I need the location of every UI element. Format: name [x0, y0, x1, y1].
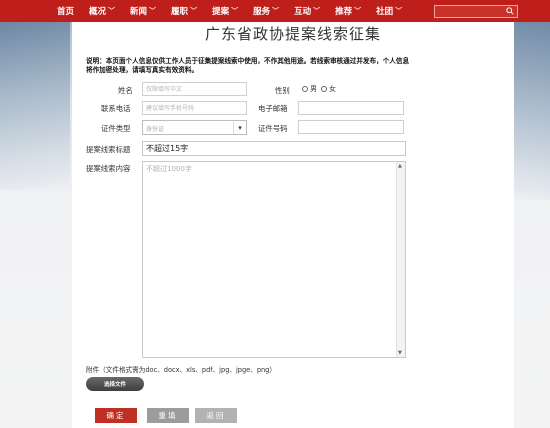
confirm-button[interactable]: 确定 [95, 408, 137, 423]
nav-item-overview[interactable]: 概况 ﹀ [89, 5, 115, 17]
topic-content-label: 提案线索内容 [86, 164, 131, 173]
name-field[interactable] [142, 82, 247, 96]
search-input[interactable] [435, 6, 501, 17]
topic-content-textarea[interactable]: 不超过1000字 ▲ ▼ [142, 161, 406, 358]
nav-label: 新闻 [130, 7, 148, 17]
nav-item-societies[interactable]: 社团 ﹀ [376, 5, 402, 17]
background-scenery-left [0, 20, 70, 190]
radio-icon [302, 86, 308, 92]
nav-item-news[interactable]: 新闻 ﹀ [130, 5, 156, 17]
id-type-value: 身份证 [146, 126, 165, 133]
textarea-scrollbar[interactable]: ▲ ▼ [396, 162, 405, 357]
search-icon[interactable] [506, 7, 514, 15]
attachment-note: 附件（文件格式需为doc、docx、xls、pdf、jpg、jpge、png） [86, 366, 276, 374]
phone-field[interactable] [142, 101, 247, 115]
phone-label: 联系电话 [101, 104, 131, 113]
reset-button[interactable]: 重填 [147, 408, 189, 423]
name-label: 姓名 [118, 86, 133, 95]
scroll-up-icon[interactable]: ▲ [398, 163, 402, 169]
nav-label: 概况 [89, 7, 107, 17]
id-number-field[interactable] [298, 120, 404, 134]
gender-male-radio[interactable]: 男 [302, 84, 317, 94]
chevron-down-icon: ﹀ [231, 6, 239, 15]
form-panel: 广东省政协提案线索征集 说明：本页面个人信息仅供工作人员于征集提案线索中使用，不… [72, 22, 514, 428]
id-number-label: 证件号码 [258, 124, 288, 133]
privacy-notice: 说明：本页面个人信息仅供工作人员于征集提案线索中使用，不作其他用途。若线索审核通… [86, 57, 410, 74]
chevron-down-icon: ﹀ [108, 6, 116, 15]
nav-item-proposals[interactable]: 提案 ﹀ [212, 5, 238, 17]
nav-item-interaction[interactable]: 互动 ﹀ [294, 5, 320, 17]
email-field[interactable] [298, 101, 404, 115]
nav-item-recommend[interactable]: 推荐 ﹀ [335, 5, 361, 17]
chevron-down-icon: ▾ [233, 121, 246, 134]
gender-female-radio[interactable]: 女 [321, 84, 336, 94]
radio-icon [321, 86, 327, 92]
main-nav: 首页 概况 ﹀ 新闻 ﹀ 履职 ﹀ 提案 ﹀ 服务 ﹀ 互动 ﹀ 推荐 ﹀ 社团 ﹀ [57, 0, 417, 22]
chevron-down-icon: ﹀ [272, 6, 280, 15]
back-button[interactable]: 返回 [195, 408, 237, 423]
topic-title-label: 提案线索标题 [86, 145, 131, 154]
nav-item-services[interactable]: 服务 ﹀ [253, 5, 279, 17]
nav-label: 履职 [171, 7, 189, 17]
nav-item-home[interactable]: 首页 [57, 5, 74, 17]
chevron-down-icon: ﹀ [190, 6, 198, 15]
nav-item-duties[interactable]: 履职 ﹀ [171, 5, 197, 17]
topic-title-placeholder: 不超过15字 [146, 144, 189, 153]
nav-label: 推荐 [335, 7, 353, 17]
chevron-down-icon: ﹀ [354, 6, 362, 15]
gender-label: 性别 [275, 86, 290, 95]
id-type-label: 证件类型 [101, 124, 131, 133]
gender-option-label: 女 [329, 85, 336, 93]
chevron-down-icon: ﹀ [395, 6, 403, 15]
nav-label: 提案 [212, 7, 230, 17]
nav-label: 首页 [57, 7, 75, 17]
choose-file-button[interactable]: 选择文件 [86, 377, 144, 391]
nav-label: 社团 [376, 7, 394, 17]
scroll-down-icon[interactable]: ▼ [398, 350, 402, 356]
nav-label: 互动 [294, 7, 312, 17]
chevron-down-icon: ﹀ [149, 6, 157, 15]
topic-title-field[interactable]: 不超过15字 [142, 141, 406, 156]
search-box [434, 5, 518, 18]
page-title: 广东省政协提案线索征集 [204, 25, 381, 43]
top-nav-bar: 首页 概况 ﹀ 新闻 ﹀ 履职 ﹀ 提案 ﹀ 服务 ﹀ 互动 ﹀ 推荐 ﹀ 社团 ﹀ [0, 0, 550, 22]
gender-option-label: 男 [310, 85, 317, 93]
topic-content-placeholder: 不超过1000字 [146, 165, 192, 173]
nav-label: 服务 [253, 7, 271, 17]
id-type-select[interactable]: 身份证 ▾ [142, 120, 247, 135]
email-label: 电子邮箱 [258, 104, 288, 113]
chevron-down-icon: ﹀ [313, 6, 321, 15]
